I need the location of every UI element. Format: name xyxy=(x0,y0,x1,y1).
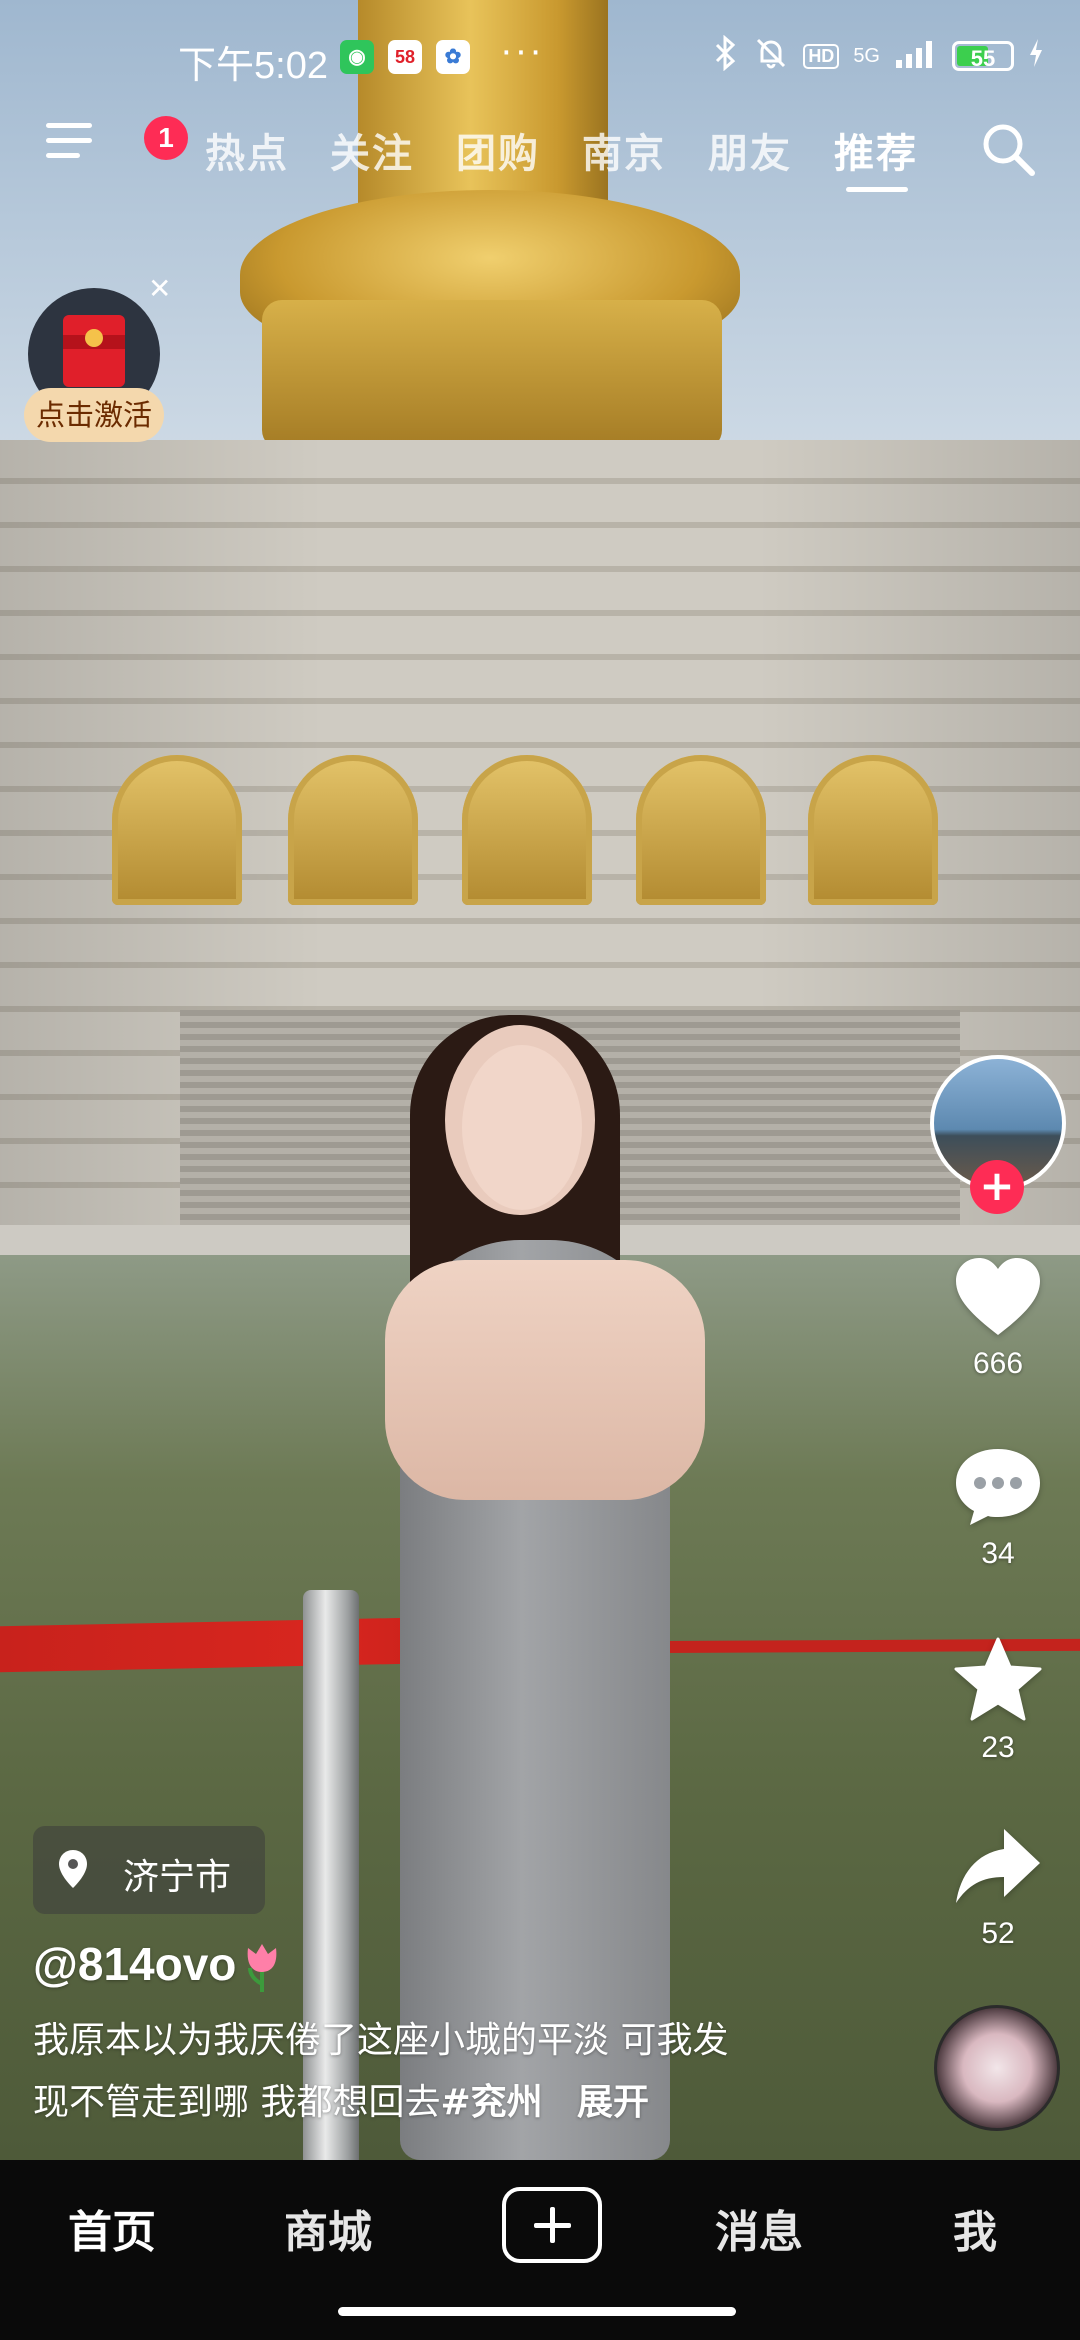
golden-door xyxy=(288,755,418,905)
golden-door xyxy=(462,755,592,905)
bluetooth-icon xyxy=(713,34,739,78)
comment-icon xyxy=(956,1449,1040,1525)
video-description: 我原本以为我厌倦了这座小城的平淡 可我发 现不管走到哪 我都想回去#兖州 展开 xyxy=(33,2010,893,2134)
like-button[interactable]: 666 xyxy=(940,1255,1056,1381)
5g-icon: 5G xyxy=(853,45,880,67)
battery-level: 55 xyxy=(970,46,996,71)
hd-icon: HD xyxy=(803,43,840,69)
charging-icon xyxy=(1028,38,1044,75)
description-line-1: 我原本以为我厌倦了这座小城的平淡 可我发 xyxy=(33,2020,729,2061)
battery-icon: 55 xyxy=(952,41,1014,71)
tab-recommend[interactable]: 推荐 xyxy=(834,121,918,179)
share-button[interactable]: 52 xyxy=(940,1825,1056,1951)
create-plus-button[interactable] xyxy=(502,2187,602,2263)
tab-nanjing[interactable]: 南京 xyxy=(582,121,666,179)
nav-mall[interactable]: 商城 xyxy=(284,2196,372,2260)
comment-count: 34 xyxy=(981,1537,1015,1570)
star-icon xyxy=(954,1637,1042,1721)
search-icon[interactable] xyxy=(978,119,1038,179)
notification-badge: 1 xyxy=(144,116,188,160)
hashtag-link[interactable]: #兖州 xyxy=(440,2082,542,2123)
cloud-app-icon: ✿ xyxy=(436,40,470,74)
tab-group-buy[interactable]: 团购 xyxy=(456,121,540,179)
signal-icon xyxy=(894,38,938,75)
58-app-icon: 58 xyxy=(388,40,422,74)
location-tag[interactable]: 济宁市 xyxy=(33,1826,265,1914)
person-face xyxy=(462,1045,582,1210)
favorite-count: 23 xyxy=(981,1731,1015,1764)
activate-label[interactable]: 点击激活 xyxy=(24,388,164,442)
more-dots-icon: ··· xyxy=(500,30,544,72)
share-arrow-icon xyxy=(956,1829,1040,1903)
favorite-button[interactable]: 23 xyxy=(940,1635,1056,1765)
active-tab-indicator xyxy=(846,187,908,192)
status-bar: 下午5:02 ◉ 58 ✿ ··· HD 5G 55 xyxy=(0,0,1080,110)
golden-door xyxy=(808,755,938,905)
description-line-2: 现不管走到哪 我都想回去#兖州 展开 xyxy=(33,2072,893,2134)
share-count: 52 xyxy=(981,1917,1015,1950)
description-line-2-text: 现不管走到哪 我都想回去 xyxy=(33,2082,441,2123)
golden-door xyxy=(636,755,766,905)
tab-following[interactable]: 关注 xyxy=(330,121,414,179)
close-icon[interactable]: ✕ xyxy=(148,272,171,305)
tulip-emoji-icon xyxy=(247,1944,277,1992)
location-pin-icon xyxy=(59,1850,87,1888)
nav-messages[interactable]: 消息 xyxy=(715,2196,803,2260)
nav-home[interactable]: 首页 xyxy=(68,2196,156,2260)
person-arms xyxy=(385,1260,705,1500)
golden-door xyxy=(112,755,242,905)
status-time: 下午5:02 xyxy=(178,45,328,87)
nav-me[interactable]: 我 xyxy=(953,2196,997,2260)
mute-bell-icon xyxy=(753,35,789,78)
menu-button[interactable]: 1 xyxy=(46,116,188,177)
golden-pedestal xyxy=(262,300,722,450)
heart-icon xyxy=(956,1258,1040,1335)
author-name[interactable]: @814ovo xyxy=(33,1937,236,1991)
comment-button[interactable]: 34 xyxy=(940,1445,1056,1571)
follow-plus-icon[interactable]: + xyxy=(970,1160,1024,1214)
wechat-icon: ◉ xyxy=(340,40,374,74)
red-envelope-icon xyxy=(63,315,125,387)
top-nav: 1 热点 关注 团购 南京 朋友 推荐 xyxy=(0,105,1080,195)
like-count: 666 xyxy=(972,1347,1024,1380)
home-indicator[interactable] xyxy=(338,2307,736,2316)
douyin-video-screen: 下午5:02 ◉ 58 ✿ ··· HD 5G 55 1 热点 关注 团购 南京… xyxy=(0,0,1080,2340)
status-right-icons: HD 5G 55 xyxy=(713,34,1044,78)
location-label: 济宁市 xyxy=(123,1857,232,1898)
tab-hot[interactable]: 热点 xyxy=(205,121,289,179)
tab-friends[interactable]: 朋友 xyxy=(708,121,792,179)
plus-icon xyxy=(534,2223,571,2228)
music-disc-avatar[interactable] xyxy=(934,2005,1060,2131)
expand-button[interactable]: 展开 xyxy=(577,2082,649,2123)
